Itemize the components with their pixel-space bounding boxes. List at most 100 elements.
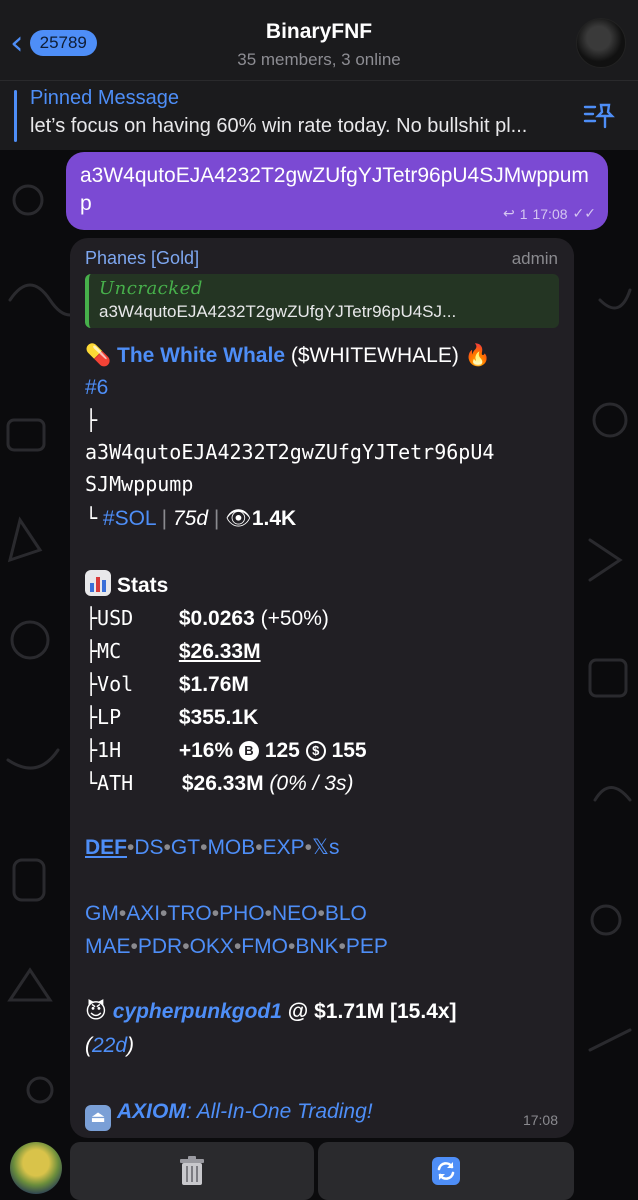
refresh-button[interactable]: [318, 1142, 574, 1200]
link-mob[interactable]: MOB: [207, 836, 255, 859]
pinned-indicator: [14, 90, 17, 142]
sell-coin-icon: $: [305, 741, 326, 761]
reply-count: 1: [519, 205, 528, 222]
link-axi[interactable]: AXI: [126, 902, 160, 925]
fire-emoji-icon: 🔥: [464, 344, 491, 367]
link-tro[interactable]: TRO: [167, 902, 211, 925]
stat-usd: ├USD $0.0263 (+50%): [85, 604, 329, 633]
chat-title-block[interactable]: BinaryFNF 35 members, 3 online: [0, 20, 638, 70]
stats-heading: Stats: [85, 570, 168, 600]
token-ticker: ($WHITEWHALE): [290, 344, 459, 367]
stat-usd-value: $0.0263: [178, 607, 255, 630]
stat-1h-sells: 155: [331, 739, 367, 762]
sender-avatar[interactable]: [10, 1142, 62, 1194]
refresh-icon: [432, 1157, 460, 1185]
stat-vol: ├Vol $1.76M: [85, 670, 249, 699]
reply-text: a3W4qutoEJA4232T2gwZUfgYJTetr96pU4SJ...: [99, 302, 457, 321]
stat-ath-value: $26.33M: [181, 772, 264, 795]
caller-age[interactable]: 22d: [92, 1034, 127, 1057]
ad-text[interactable]: All-In-One Trading!: [197, 1100, 373, 1123]
link-okx[interactable]: OKX: [190, 935, 234, 958]
link-def[interactable]: DEF: [85, 836, 127, 859]
sender-name[interactable]: Phanes [Gold]: [85, 248, 199, 269]
token-age: 75d: [172, 507, 209, 530]
caller-age-line: (22d): [85, 1034, 135, 1057]
contract-address-line1[interactable]: a3W4qutoEJA4232T2gwZUfgYJTetr96pU4: [85, 438, 494, 466]
ad-line: ⏏ AXIOM: All-In-One Trading!: [85, 1098, 373, 1131]
tree-branch: ├: [85, 408, 98, 432]
sender-role: admin: [511, 249, 558, 268]
eye-emoji-icon: 👁: [225, 507, 252, 530]
link-pep[interactable]: PEP: [346, 935, 388, 958]
stat-mc-value[interactable]: $26.33M: [179, 640, 261, 663]
stat-1h-value: +16%: [178, 739, 234, 762]
links-row-3: MAE•PDR•OKX•FMO•BNK•PEP: [85, 935, 388, 958]
reply-title: Uncracked: [99, 278, 203, 299]
pin-list-icon[interactable]: [582, 99, 616, 133]
pinned-text: let’s focus on having 60% win rate today…: [30, 115, 528, 137]
ad-link[interactable]: AXIOM: [117, 1100, 186, 1123]
message-time: 17:08: [532, 205, 568, 222]
token-line: 💊 The White Whale ($WHITEWHALE) 🔥: [85, 342, 491, 370]
contract-address-line2[interactable]: SJMwppump: [85, 470, 193, 498]
links-row-2: GM•AXI•TRO•PHO•NEO•BLO: [85, 902, 367, 925]
stat-lp: ├LP $355.1K: [85, 703, 258, 732]
stat-ath: └ATH $26.33M (0% / 3s): [85, 769, 353, 798]
chat-title: BinaryFNF: [265, 20, 373, 43]
link-pdr[interactable]: PDR: [138, 935, 182, 958]
buy-coin-icon: B: [238, 741, 259, 761]
link-neo[interactable]: NEO: [272, 902, 318, 925]
caller-mc: $1.71M [15.4x]: [314, 1000, 457, 1023]
message-time: 17:08: [522, 1112, 558, 1128]
pinned-message-bar[interactable]: Pinned Message let’s focus on having 60%…: [0, 80, 638, 150]
chain-hashtag[interactable]: #SOL: [103, 507, 156, 530]
stat-lp-value: $355.1K: [178, 706, 259, 729]
chain-line: └ #SOL | 75d | 👁1.4K: [85, 506, 297, 530]
caller-link[interactable]: cypherpunkgod1: [113, 1000, 282, 1023]
link-bnk[interactable]: BNK: [295, 935, 338, 958]
caller-line: 😈 cypherpunkgod1 @ $1.71M [15.4x]: [85, 998, 457, 1026]
chat-subtitle: 35 members, 3 online: [237, 50, 401, 69]
reply-arrow-icon: ↩: [502, 205, 515, 221]
link-mae[interactable]: MAE: [85, 935, 131, 958]
stats-title: Stats: [117, 574, 169, 597]
link-blo[interactable]: BLO: [325, 902, 367, 925]
pinned-title: Pinned Message: [30, 87, 179, 109]
link-gm[interactable]: GM: [85, 902, 119, 925]
view-count: 1.4K: [251, 507, 297, 530]
stat-1h: ├1H +16% B 125 $ 155: [85, 736, 367, 765]
link-fmo[interactable]: FMO: [241, 935, 288, 958]
outgoing-message-meta: ↩ 1 17:08 ✓✓: [503, 205, 596, 222]
reply-preview[interactable]: Uncracked a3W4qutoEJA4232T2gwZUfgYJTetr9…: [85, 274, 559, 328]
delete-button[interactable]: [70, 1142, 314, 1200]
link-xs[interactable]: 𝕏s: [312, 836, 339, 859]
links-row-1: DEF•DS•GT•MOB•EXP•𝕏s: [85, 836, 340, 859]
stat-vol-label: ├Vol: [85, 672, 134, 696]
stat-lp-label: ├LP: [85, 705, 122, 729]
stat-vol-value: $1.76M: [178, 673, 249, 696]
pill-emoji-icon: 💊: [85, 344, 112, 367]
incoming-message[interactable]: Phanes [Gold] admin Uncracked a3W4qutoEJ…: [70, 238, 574, 1138]
stat-usd-change: (+50%): [260, 607, 329, 630]
link-exp[interactable]: EXP: [263, 836, 305, 859]
stat-mc-label: ├MC: [85, 639, 122, 663]
token-name-link[interactable]: The White Whale: [117, 344, 285, 367]
stat-ath-label: └ATH: [85, 771, 134, 795]
link-gt[interactable]: GT: [171, 836, 200, 859]
token-rank[interactable]: #6: [85, 374, 108, 402]
outgoing-message[interactable]: a3W4qutoEJA4232T2gwZUfgYJTetr96pU4SJMwpp…: [66, 152, 608, 230]
eject-emoji-icon: ⏏: [85, 1105, 111, 1131]
group-avatar[interactable]: [576, 18, 626, 68]
stat-mc: ├MC $26.33M: [85, 637, 261, 666]
bar-chart-emoji-icon: [85, 570, 111, 596]
trash-icon: [180, 1156, 204, 1185]
stat-ath-detail: (0% / 3s): [269, 772, 354, 795]
stat-usd-label: ├USD: [85, 606, 134, 630]
stat-1h-label: ├1H: [85, 738, 122, 762]
link-ds[interactable]: DS: [134, 836, 163, 859]
tree-end: └: [85, 506, 98, 530]
link-pho[interactable]: PHO: [219, 902, 265, 925]
caller-at: @: [287, 1000, 309, 1023]
chat-header: ‹ 25789 BinaryFNF 35 members, 3 online: [0, 0, 638, 80]
stat-1h-buys: 125: [264, 739, 300, 762]
